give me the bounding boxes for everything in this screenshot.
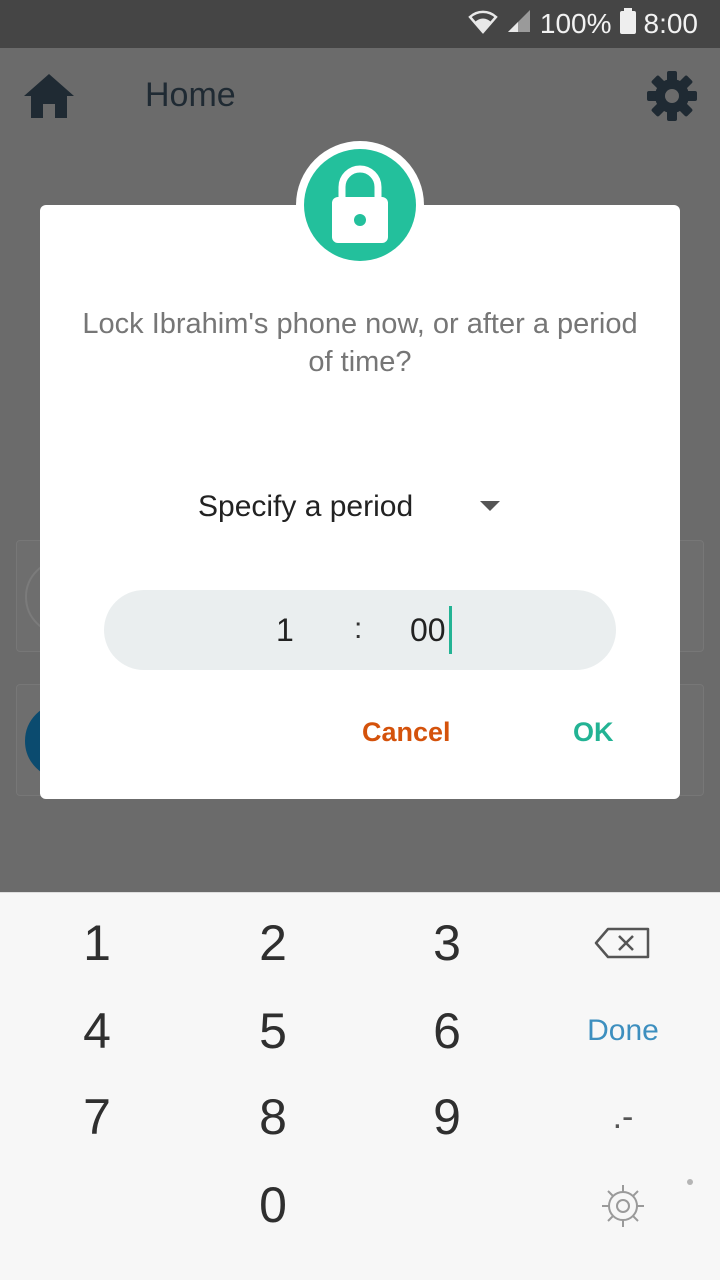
- status-bar: 100% 8:00: [0, 0, 720, 48]
- keyboard-settings-icon[interactable]: [598, 1181, 648, 1231]
- time-hours[interactable]: 1: [276, 612, 294, 649]
- wifi-icon: [468, 8, 498, 41]
- home-icon[interactable]: [22, 72, 76, 120]
- time-separator: :: [354, 612, 363, 645]
- key-5[interactable]: 5: [213, 991, 333, 1071]
- period-dropdown-label: Specify a period: [198, 490, 414, 523]
- dropdown-arrow-icon: [480, 501, 500, 511]
- lock-icon: [304, 149, 416, 261]
- indicator-dot: [687, 1179, 693, 1185]
- app-bar: Home: [0, 48, 720, 146]
- time-minutes[interactable]: 00: [410, 612, 446, 649]
- key-3[interactable]: 3: [387, 903, 507, 983]
- page-title: Home: [145, 76, 236, 114]
- punctuation-key[interactable]: .-: [563, 1077, 683, 1157]
- ok-button[interactable]: OK: [573, 717, 614, 748]
- key-7[interactable]: 7: [37, 1077, 157, 1157]
- signal-icon: [506, 8, 532, 41]
- key-9[interactable]: 9: [387, 1077, 507, 1157]
- key-4[interactable]: 4: [37, 991, 157, 1071]
- lock-badge: [296, 141, 424, 269]
- status-time: 8:00: [643, 8, 699, 39]
- done-button[interactable]: Done: [563, 991, 683, 1071]
- key-6[interactable]: 6: [387, 991, 507, 1071]
- numeric-keypad: 1 2 3 4 5 6 Done 7 8 9 .- 0: [0, 892, 720, 1280]
- key-8[interactable]: 8: [213, 1077, 333, 1157]
- backspace-icon[interactable]: [592, 923, 652, 963]
- battery-icon: [619, 7, 636, 41]
- key-1[interactable]: 1: [37, 903, 157, 983]
- time-input[interactable]: 1 : 00: [104, 590, 616, 670]
- battery-percent: 100%: [539, 8, 612, 39]
- text-cursor: [449, 606, 452, 654]
- cancel-button[interactable]: Cancel: [362, 717, 451, 748]
- period-dropdown[interactable]: Specify a period: [198, 485, 508, 529]
- lock-dialog: Lock Ibrahim's phone now, or after a per…: [40, 205, 680, 799]
- key-2[interactable]: 2: [213, 903, 333, 983]
- dialog-message: Lock Ibrahim's phone now, or after a per…: [82, 308, 638, 378]
- key-0[interactable]: 0: [213, 1165, 333, 1245]
- gear-icon[interactable]: [646, 70, 698, 122]
